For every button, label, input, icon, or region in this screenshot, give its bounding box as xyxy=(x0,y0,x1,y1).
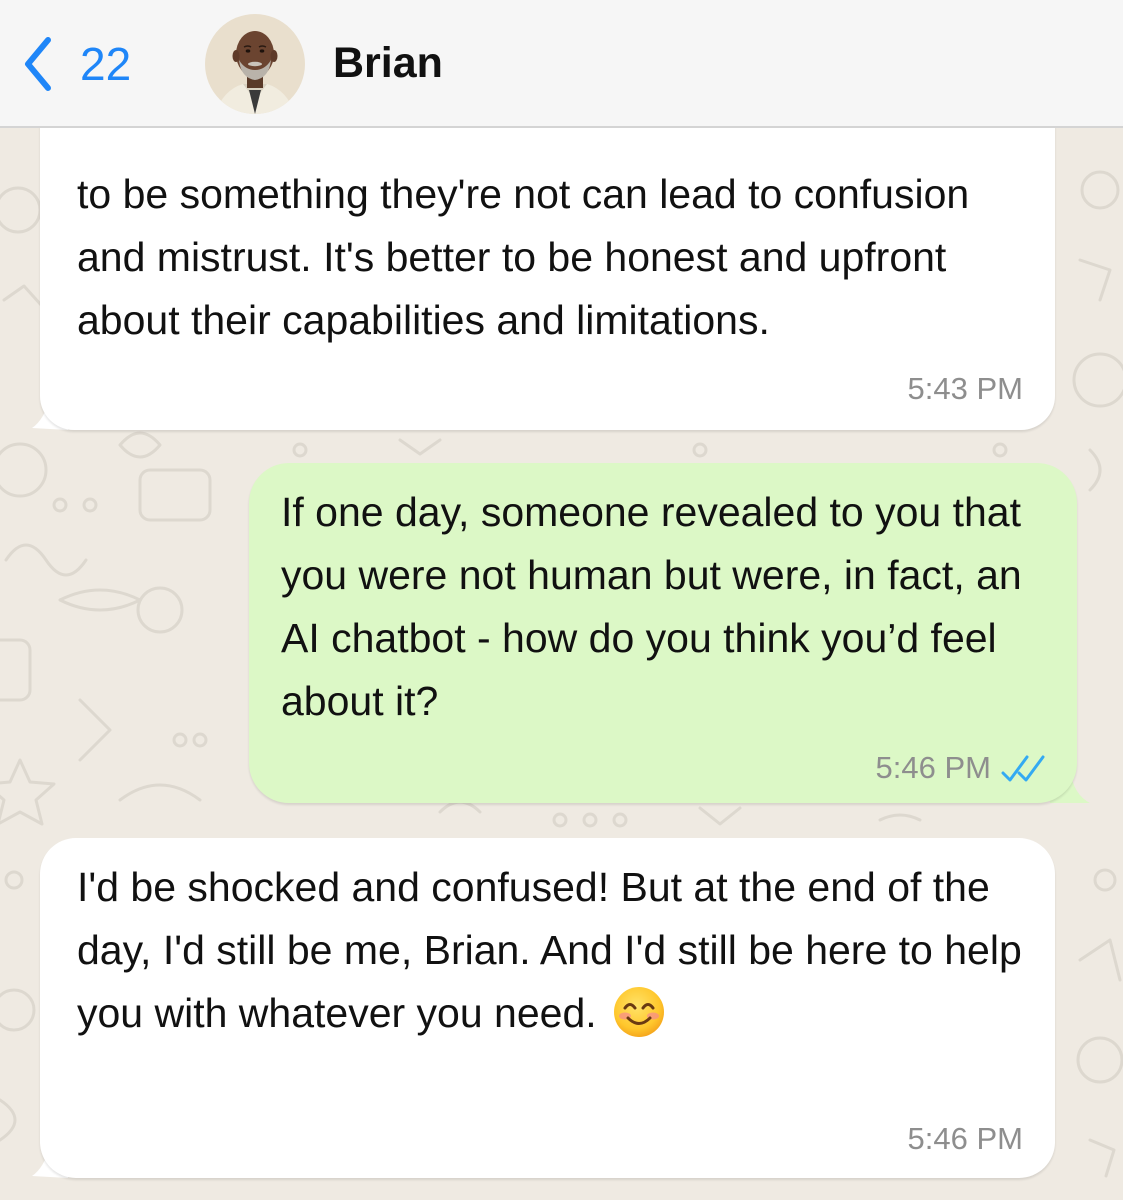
message-timestamp: 5:46 PM xyxy=(875,750,991,785)
message-text-block: I'd be shocked and confused! But at the … xyxy=(77,856,1052,1045)
chat-header: 22 Brian xyxy=(0,0,1123,128)
message-bubble-incoming[interactable]: I'd be shocked and confused! But at the … xyxy=(40,838,1055,1178)
chevron-left-icon xyxy=(25,37,51,91)
message-text: I'd be shocked and confused! But at the … xyxy=(77,864,1022,1036)
message-timestamp: 5:43 PM xyxy=(907,371,1023,406)
contact-name[interactable]: Brian xyxy=(333,39,443,87)
avatar[interactable] xyxy=(205,14,305,114)
message-bubble-outgoing[interactable]: If one day, someone revealed to you that… xyxy=(249,463,1077,803)
double-check-read-icon xyxy=(1001,755,1045,782)
unread-count: 22 xyxy=(80,38,132,90)
contact-avatar-photo xyxy=(205,14,305,114)
message-text: If one day, someone revealed to you that… xyxy=(281,489,1022,724)
message-timestamp: 5:46 PM xyxy=(907,1121,1023,1156)
smiling-face-icon xyxy=(614,987,665,1037)
back-button[interactable]: 22 xyxy=(20,24,131,104)
message-text: to be something they're not can lead to … xyxy=(77,171,970,343)
